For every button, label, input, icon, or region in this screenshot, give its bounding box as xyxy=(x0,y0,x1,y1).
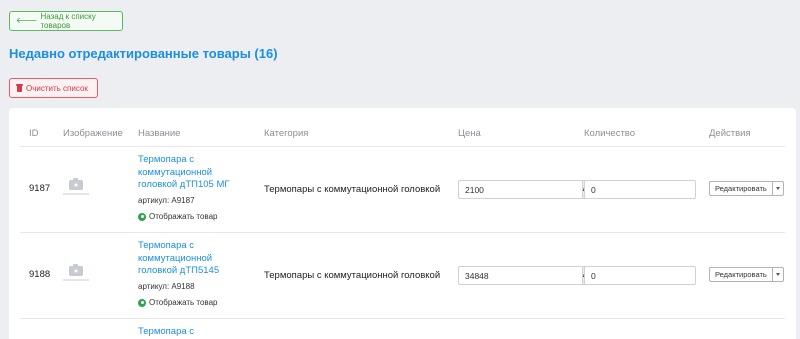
toggle-on-icon xyxy=(138,212,146,221)
row-id: 9187 xyxy=(29,183,51,194)
price-input[interactable] xyxy=(458,266,582,285)
row-divider xyxy=(20,318,785,319)
row-divider xyxy=(20,232,785,233)
header-actions: Действия xyxy=(709,128,751,139)
camera-icon xyxy=(69,264,83,276)
header-price: Цена xyxy=(458,128,481,139)
edit-button[interactable]: Редактировать xyxy=(709,181,773,196)
visibility-label: Отображать товар xyxy=(149,212,218,221)
edit-action-group: Редактировать xyxy=(709,267,784,282)
page-title: Недавно отредактированные товары (16) xyxy=(9,46,278,61)
trash-icon xyxy=(16,84,23,92)
clear-button-label: Очистить список xyxy=(26,83,88,93)
product-sku: артикул: А9188 xyxy=(138,282,195,291)
quantity-input[interactable] xyxy=(584,266,696,285)
arrow-left-icon: 🡐 xyxy=(16,16,38,25)
caret-down-icon xyxy=(775,273,780,276)
product-name-link[interactable]: Термопара с коммутационной головкой дТП5… xyxy=(138,240,248,278)
toggle-on-icon xyxy=(138,298,146,307)
header-divider xyxy=(20,146,785,147)
product-sku: артикул: А9187 xyxy=(138,196,195,205)
product-category: Термопары с коммутационной головкой xyxy=(264,184,441,195)
edit-button[interactable]: Редактировать xyxy=(709,267,773,282)
product-name-link[interactable]: Термопара с коммутационной головкой дТП1… xyxy=(138,154,248,192)
quantity-input[interactable] xyxy=(584,180,696,199)
products-card xyxy=(9,108,796,339)
price-field: ₽ xyxy=(458,266,590,285)
visibility-toggle[interactable]: Отображать товар xyxy=(138,212,218,221)
image-placeholder[interactable] xyxy=(63,264,89,282)
camera-icon xyxy=(69,178,83,190)
header-id: ID xyxy=(29,128,39,139)
product-name-link[interactable]: Термопара с xyxy=(138,326,248,339)
header-quantity: Количество xyxy=(584,128,636,139)
product-category: Термопары с коммутационной головкой xyxy=(264,270,441,281)
edit-action-group: Редактировать xyxy=(709,181,784,196)
actions-dropdown-button[interactable] xyxy=(772,267,784,282)
clear-list-button[interactable]: Очистить список xyxy=(9,78,98,98)
header-image: Изображение xyxy=(63,128,123,139)
visibility-toggle[interactable]: Отображать товар xyxy=(138,298,218,307)
back-to-products-button[interactable]: 🡐 Назад к списку товаров xyxy=(9,11,123,31)
caret-down-icon xyxy=(775,187,780,190)
price-field: ₽ xyxy=(458,180,590,199)
image-placeholder[interactable] xyxy=(63,178,89,196)
header-name: Название xyxy=(138,128,181,139)
back-button-label: Назад к списку товаров xyxy=(40,12,96,30)
price-input[interactable] xyxy=(458,180,582,199)
actions-dropdown-button[interactable] xyxy=(772,181,784,196)
header-category: Категория xyxy=(264,128,309,139)
row-id: 9188 xyxy=(29,269,51,280)
visibility-label: Отображать товар xyxy=(149,298,218,307)
